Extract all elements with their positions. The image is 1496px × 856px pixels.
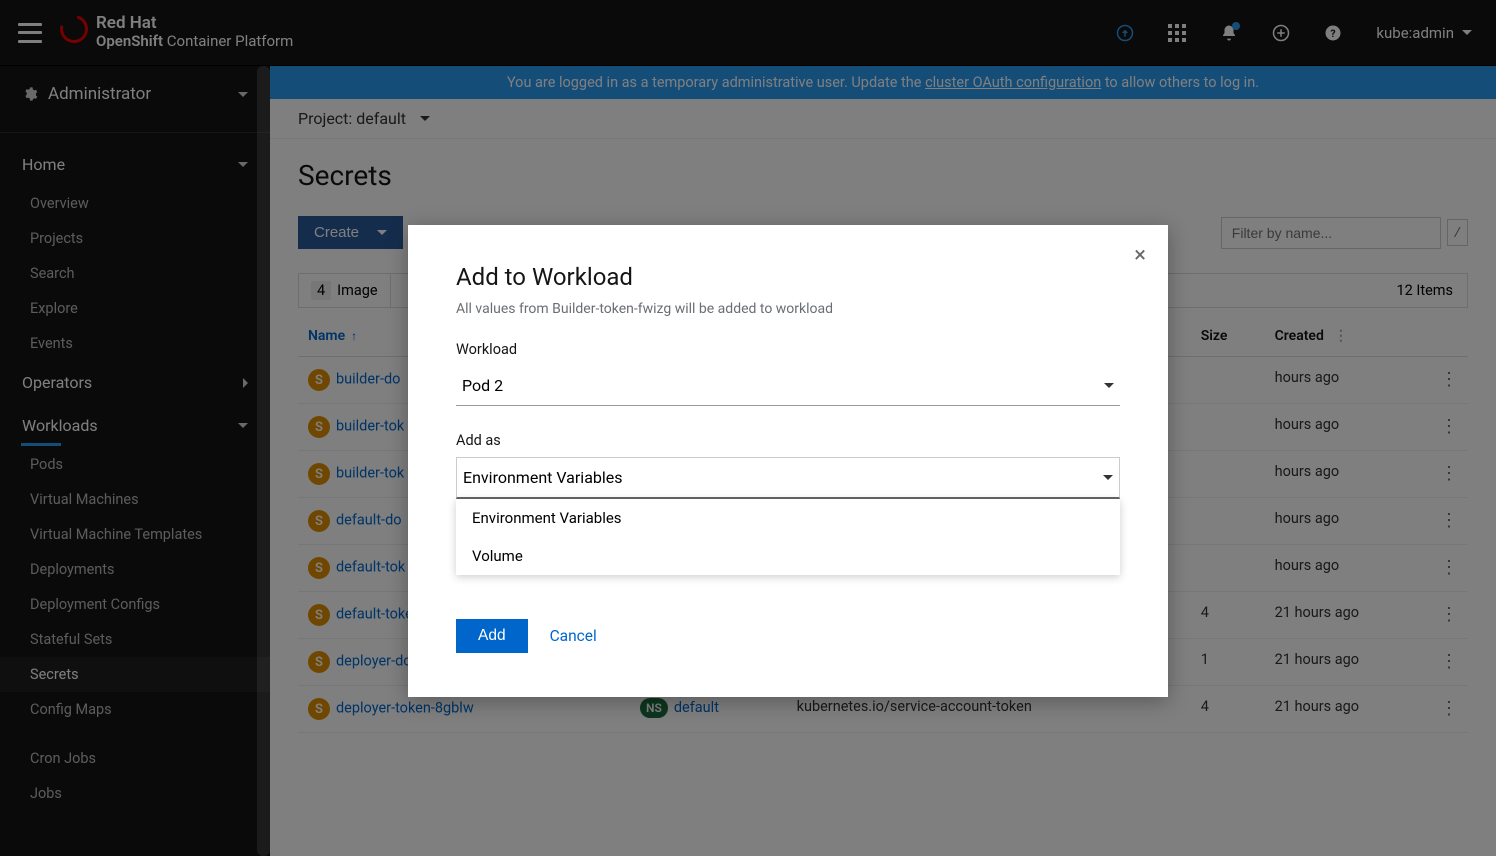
- chevron-down-icon: [1103, 475, 1113, 480]
- add-button[interactable]: Add: [456, 619, 528, 653]
- workload-select[interactable]: Pod 2: [456, 366, 1120, 406]
- chevron-down-icon: [1104, 383, 1114, 388]
- addas-label: Add as: [456, 432, 1120, 449]
- close-icon[interactable]: ×: [1134, 243, 1146, 268]
- workload-label: Workload: [456, 341, 1120, 358]
- modal-subtitle: All values from Builder-token-fwizg will…: [456, 301, 1120, 317]
- addas-option-env[interactable]: Environment Variables: [456, 499, 1120, 537]
- addas-select[interactable]: Environment Variables: [456, 457, 1120, 499]
- modal-title: Add to Workload: [456, 263, 1120, 291]
- add-to-workload-modal: × Add to Workload All values from Builde…: [408, 225, 1168, 697]
- addas-option-volume[interactable]: Volume: [456, 537, 1120, 575]
- addas-dropdown: Environment Variables Volume: [456, 499, 1120, 575]
- cancel-link[interactable]: Cancel: [550, 627, 597, 645]
